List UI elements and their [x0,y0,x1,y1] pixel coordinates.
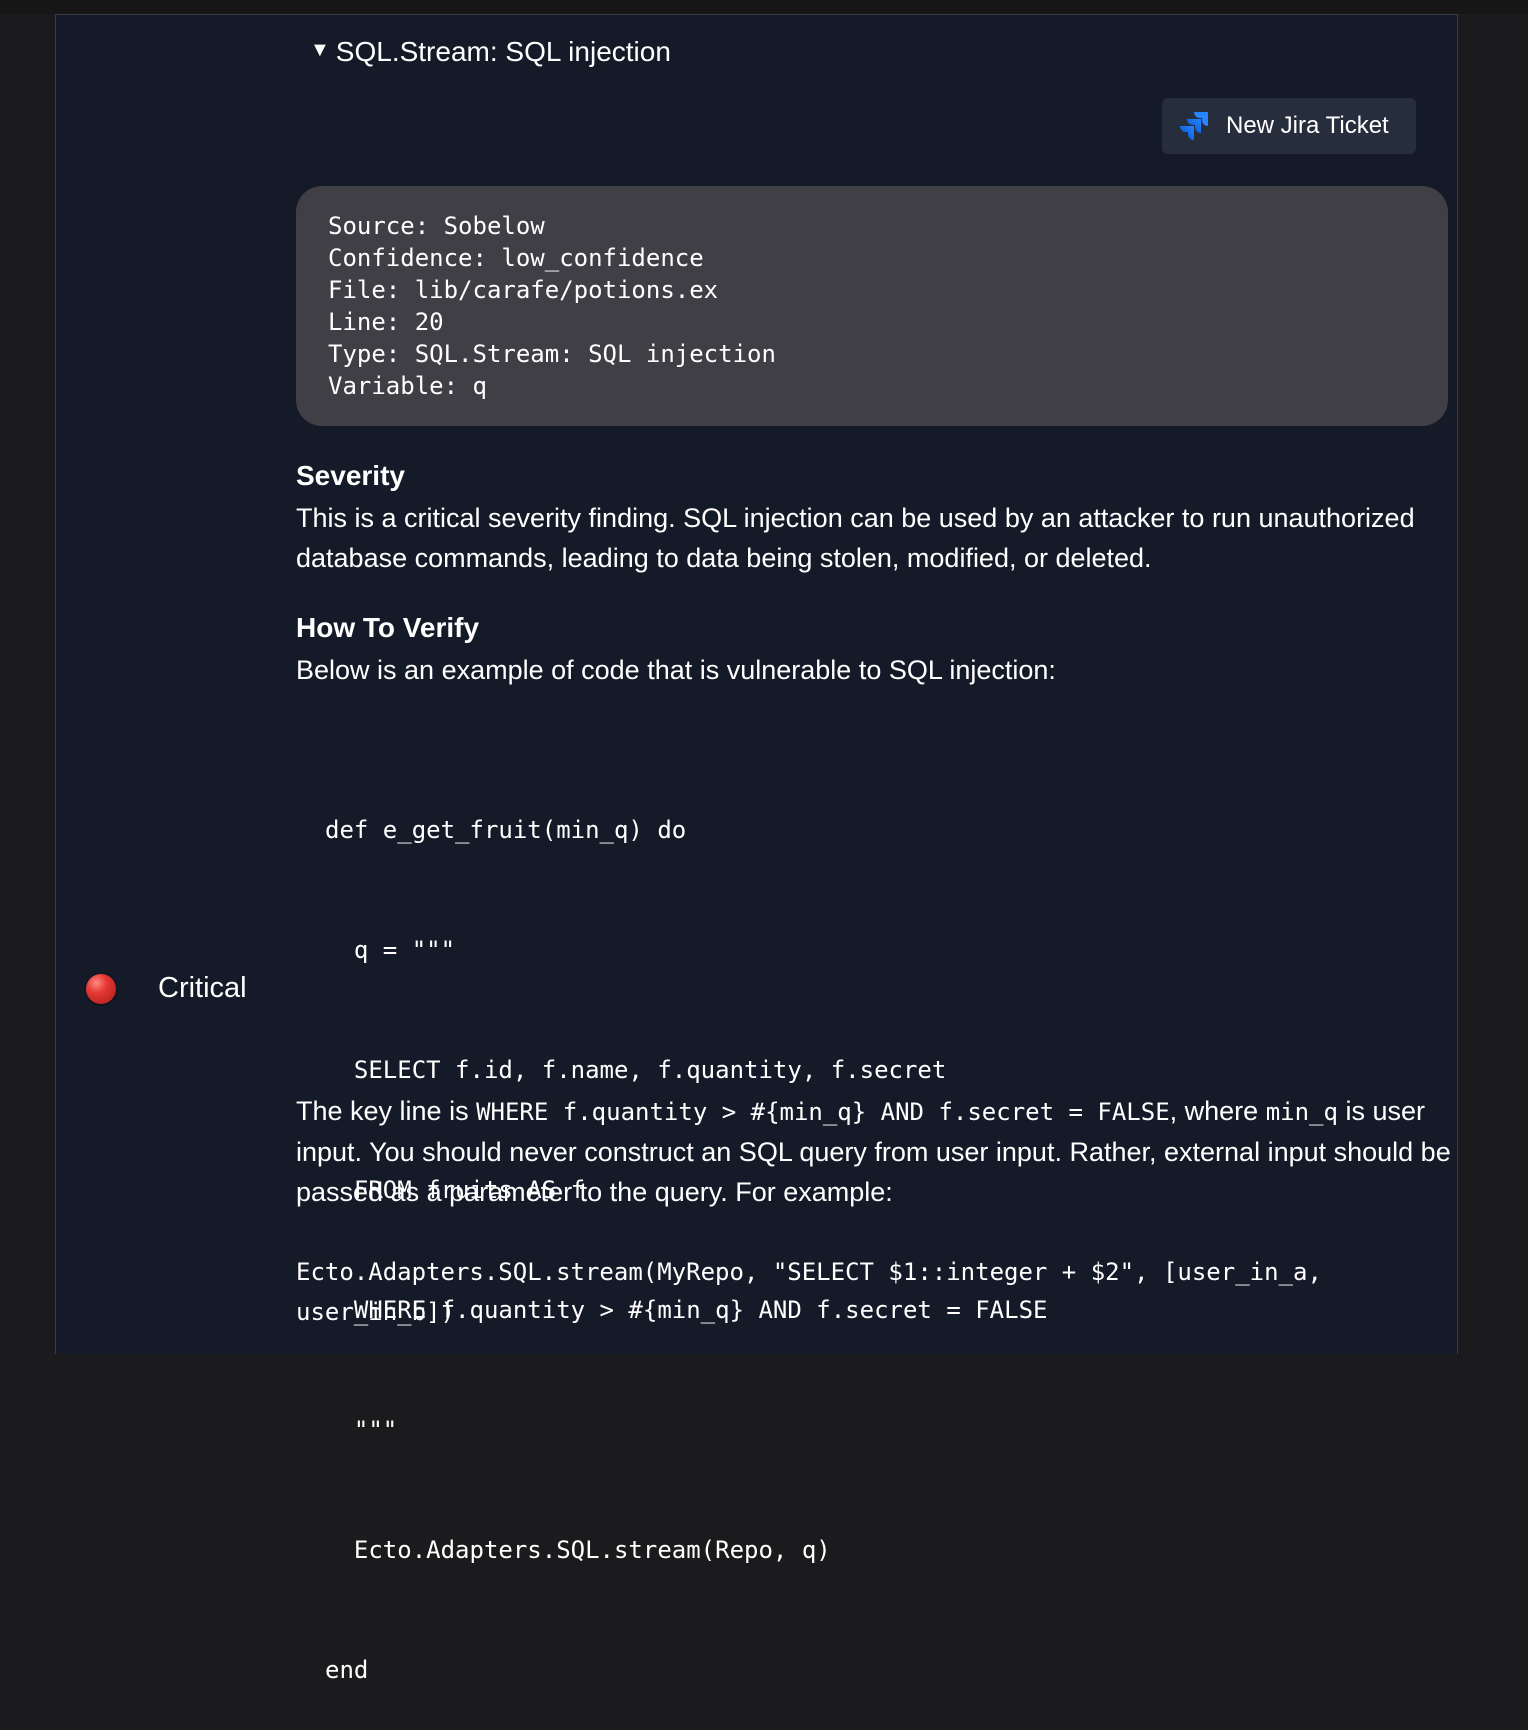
explanation-text: , where [1169,1096,1266,1126]
severity-indicator [86,974,116,1004]
code-line: """ [325,1416,398,1444]
finding-metadata-box: Source: Sobelow Confidence: low_confiden… [296,186,1448,426]
parameterized-example-code: Ecto.Adapters.SQL.stream(MyRepo, "SELECT… [296,1258,1322,1326]
severity-heading: Severity [296,460,405,491]
disclosure-triangle-icon: ▼ [310,38,330,61]
how-to-verify-intro: Below is an example of code that is vuln… [296,655,1056,685]
finding-title: SQL.Stream: SQL injection [335,36,671,67]
code-line: SELECT f.id, f.name, f.quantity, f.secre… [325,1056,947,1084]
code-line: end [325,1656,369,1684]
severity-description: This is a critical severity finding. SQL… [296,503,1415,573]
jira-icon [1180,112,1208,140]
code-line: def e_get_fruit(min_q) do [325,816,687,844]
inline-code-key-line: WHERE f.quantity > #{min_q} AND f.secret… [476,1098,1170,1126]
vulnerable-code-block: def e_get_fruit(min_q) do q = """ SELECT… [325,730,1047,1730]
new-jira-ticket-label: New Jira Ticket [1226,112,1389,139]
top-strip [0,0,1528,14]
red-circle-icon [86,974,116,1004]
code-line: Ecto.Adapters.SQL.stream(Repo, q) [325,1536,831,1564]
meta-line: Source: Sobelow [328,212,545,240]
inline-code-variable: min_q [1265,1098,1338,1126]
finding-summary-toggle[interactable]: ▼ SQL.Stream: SQL injection [310,36,671,68]
severity-label: Critical [158,972,247,1004]
explanation-paragraph: The key line is WHERE f.quantity > #{min… [296,1091,1456,1212]
meta-line: Confidence: low_confidence [328,244,704,272]
meta-line: File: lib/carafe/potions.ex [328,276,719,304]
how-to-verify-heading: How To Verify [296,612,480,643]
meta-line: Line: 20 [328,308,444,336]
meta-line: Type: SQL.Stream: SQL injection [328,340,776,368]
meta-line: Variable: q [328,372,487,400]
new-jira-ticket-button[interactable]: New Jira Ticket [1162,98,1416,154]
explanation-text: The key line is [296,1096,477,1126]
code-line: q = """ [325,936,456,964]
